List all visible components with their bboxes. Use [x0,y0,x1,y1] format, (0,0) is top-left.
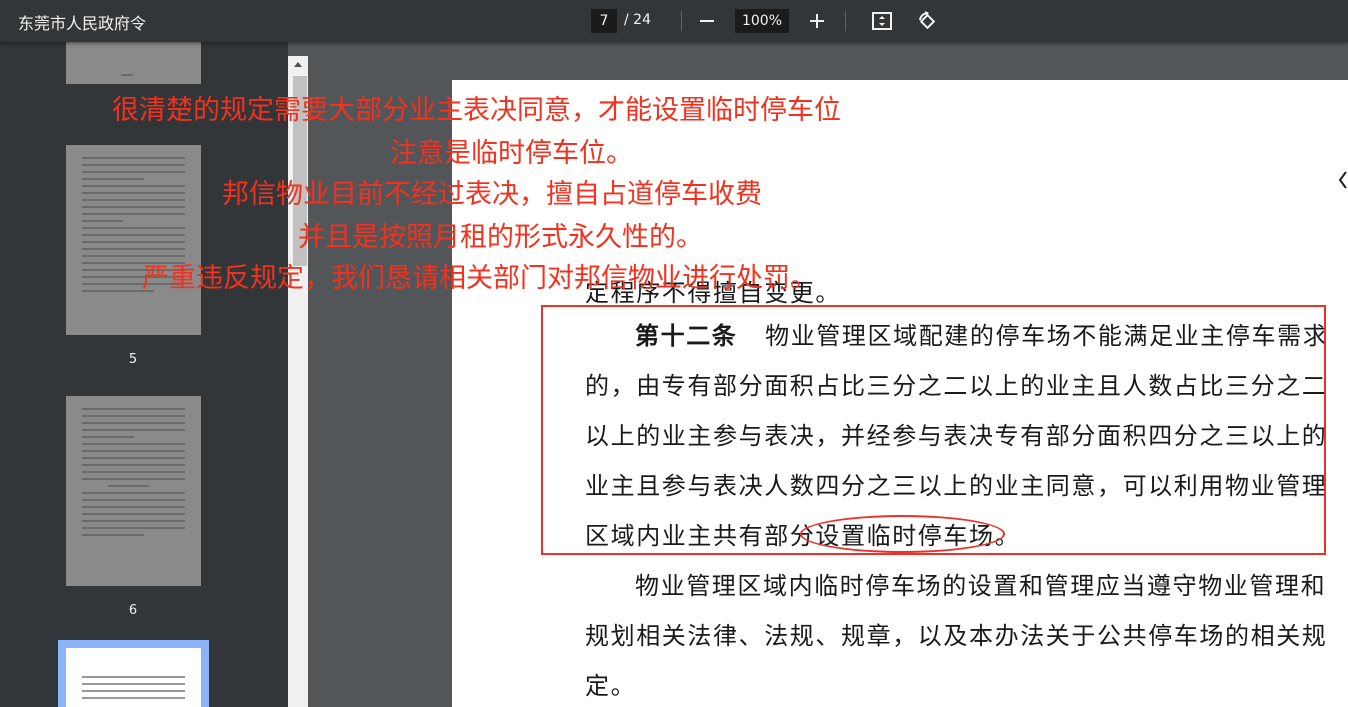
page-thumbnail-6[interactable] [66,396,201,586]
page-thumbnail-5[interactable] [66,145,201,335]
page-thumbnail-4[interactable] [66,42,201,84]
zoom-level-input[interactable]: 100% [735,9,789,33]
zoom-in-button[interactable] [804,8,830,34]
annotation-text: 注意是临时停车位。 [390,138,633,169]
thumbnail-page-number: 5 [128,352,138,367]
fit-to-page-button[interactable] [869,8,895,34]
text-line: 定。 [585,672,637,700]
annotation-text: 很清楚的规定需要大部分业主表决同意，才能设置临时停车位 [112,95,841,126]
annotation-text: 并且是按照月租的形式永久性的。 [298,222,703,253]
rotate-icon [919,11,936,30]
side-panel-toggle-icon[interactable] [1335,160,1348,200]
zoom-out-button[interactable] [694,8,720,34]
thumbnail-page-number: 6 [128,603,138,618]
annotation-text: 邦信物业目前不经过表决，擅自占道停车收费 [222,179,762,210]
plus-icon [810,14,824,28]
toolbar-divider [681,11,682,31]
minus-icon [700,20,714,22]
highlight-ellipse [800,515,1005,553]
text-line: 物业管理区域内临时停车场的设置和管理应当遵守物业管理和 [635,572,1327,600]
thumbnail-sidebar: 5 6 [0,42,288,707]
toolbar-divider [845,11,846,31]
page-number-input[interactable]: 7 [591,9,617,33]
pdf-toolbar: 东莞市人民政府令 7 / 24 100% [0,0,1348,42]
document-title: 东莞市人民政府令 [18,14,147,33]
rotate-button[interactable] [914,8,940,34]
text-line: 规划相关法律、法规、规章，以及本办法关于公共停车场的相关规 [585,622,1328,650]
annotation-text: 严重违反规定，我们恳请相关部门对邦信物业进行处罚。 [142,263,817,294]
page-total: / 24 [624,12,651,28]
scroll-up-icon[interactable] [292,58,304,72]
next-paragraph: 物业管理区域内临时停车场的设置和管理应当遵守物业管理和 规划相关法律、法规、规章… [585,561,1328,707]
fit-page-icon [872,12,892,30]
page-thumbnail-7[interactable] [66,648,201,707]
